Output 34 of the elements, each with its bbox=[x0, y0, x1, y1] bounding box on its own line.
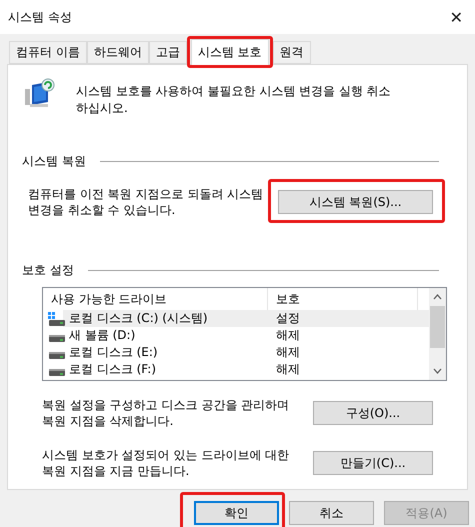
tab[interactable]: 시스템 보호 bbox=[190, 39, 269, 65]
drive-name[interactable]: 로컬 디스크 (F:) bbox=[69, 361, 156, 378]
system-drive-icon bbox=[48, 312, 65, 326]
dialog-button[interactable]: 취소 bbox=[289, 501, 374, 525]
tab[interactable]: 컴퓨터 이름 bbox=[9, 41, 87, 64]
tab[interactable]: 원격 bbox=[272, 41, 311, 64]
configure-description: 복원 설정을 구성하고 디스크 공간을 관리하며 복원 지점을 삭제합니다. bbox=[42, 397, 290, 429]
protection-status: 해제 bbox=[275, 344, 301, 361]
create-description: 시스템 보호가 설정되어 있는 드라이브에 대한 복원 지점을 지금 만듭니다. bbox=[42, 447, 290, 479]
window-title: 시스템 속성 bbox=[8, 8, 72, 26]
section-title: 시스템 복원 bbox=[22, 153, 86, 170]
computer-shield-icon bbox=[24, 77, 56, 109]
close-button[interactable]: ✕ bbox=[450, 8, 463, 26]
drive-name[interactable]: 새 볼륨 (D:) bbox=[69, 327, 136, 344]
system-restore-button[interactable]: 시스템 복원(S)... bbox=[278, 190, 433, 214]
column-header[interactable]: 사용 가능한 드라이브 bbox=[43, 288, 268, 310]
section-title: 보호 설정 bbox=[22, 262, 74, 279]
drive-icon bbox=[49, 352, 65, 358]
drive-icon bbox=[49, 334, 65, 342]
tab[interactable]: 하드웨어 bbox=[86, 41, 149, 64]
scrollbar[interactable] bbox=[429, 288, 446, 380]
restore-description: 컴퓨터를 이전 복원 지점으로 되돌려 시스템 변경을 취소할 수 있습니다. bbox=[28, 186, 264, 218]
protection-status: 설정 bbox=[268, 310, 429, 327]
tab[interactable]: 고급 bbox=[148, 41, 187, 64]
protection-status: 해제 bbox=[275, 327, 301, 344]
drive-icon bbox=[49, 368, 65, 376]
scroll-down-icon[interactable] bbox=[433, 368, 442, 374]
configure-button[interactable]: 구성(O)... bbox=[313, 401, 433, 425]
protection-status: 해제 bbox=[275, 361, 301, 378]
dialog-button[interactable]: 확인 bbox=[194, 501, 279, 525]
description-text: 시스템 보호를 사용하여 불필요한 시스템 변경을 실행 취소하십시오. bbox=[76, 83, 392, 117]
scroll-up-icon[interactable] bbox=[433, 294, 442, 300]
drive-name[interactable]: 로컬 디스크 (E:) bbox=[69, 344, 158, 361]
create-button[interactable]: 만들기(C)... bbox=[313, 451, 433, 475]
